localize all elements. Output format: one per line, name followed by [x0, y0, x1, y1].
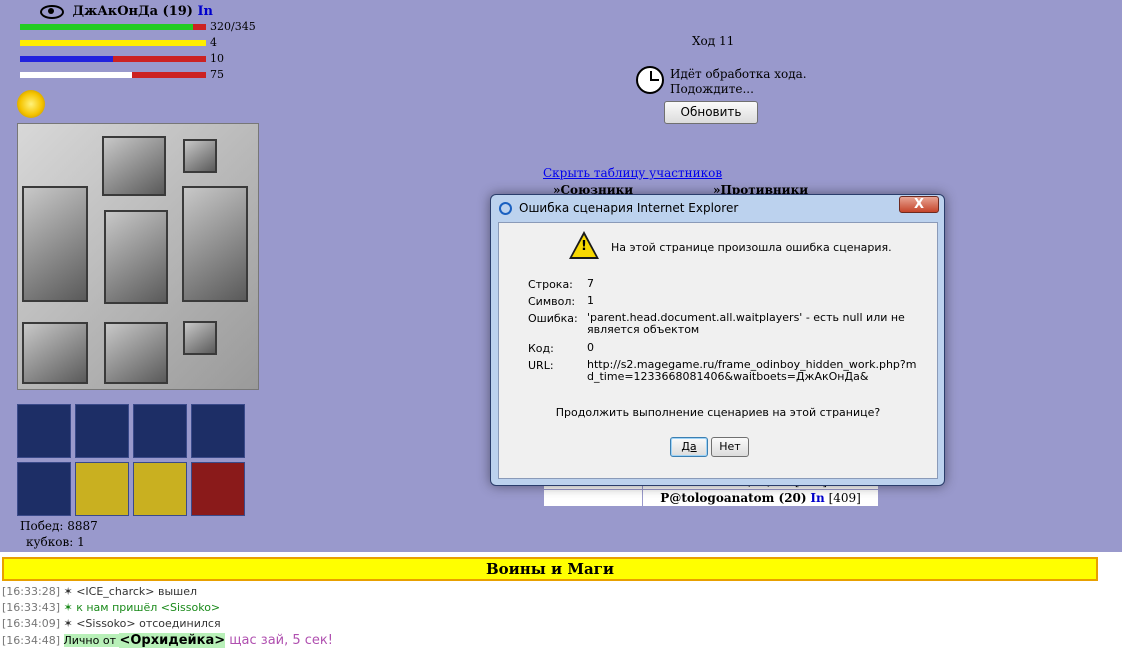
char-label: Символ:	[528, 295, 576, 308]
inventory-axe-icon[interactable]	[191, 404, 245, 458]
url-value: http://s2.magegame.ru/frame_odinboy_hidd…	[587, 358, 917, 383]
boots-slot[interactable]	[104, 322, 168, 384]
stat-value: 4	[210, 36, 217, 49]
system-star-icon: ✶	[63, 585, 73, 598]
message-text: к нам пришёл	[72, 601, 161, 614]
stat-value: 10	[210, 52, 224, 65]
enemy-name[interactable]: P@tologoanatom (20)	[660, 491, 806, 505]
stat-value: 320/345	[210, 20, 256, 33]
shield-slot[interactable]	[182, 186, 248, 302]
eye-icon[interactable]	[40, 4, 64, 19]
message-nick[interactable]: <ICE_charck>	[76, 585, 154, 598]
inventory-green-boots-icon[interactable]	[17, 404, 71, 458]
inventory-green-armor-icon[interactable]	[75, 404, 129, 458]
error-value: 'parent.head.document.all.waitplayers' -…	[587, 311, 905, 336]
enemy-status: In	[810, 491, 825, 505]
inventory-halo-icon[interactable]	[133, 462, 187, 516]
continue-question: Продолжить выполнение сценариев на этой …	[555, 406, 881, 419]
ally-cell	[542, 489, 644, 507]
code-label: Код:	[528, 342, 554, 355]
chat-message: [16:33:43] ✶ к нам пришёл <Sissoko>	[2, 601, 220, 614]
no-button[interactable]: Нет	[711, 437, 749, 457]
inventory-chalice-icon[interactable]	[75, 462, 129, 516]
stat-bar-fill	[20, 72, 132, 78]
script-error-dialog: Ошибка сценария Internet Explorer X ! На…	[490, 194, 945, 486]
turn-number: Ход 11	[692, 34, 735, 48]
error-message: На этой странице произошла ошибка сценар…	[611, 241, 892, 254]
player-name[interactable]: ДжАкОнДа (19) In	[40, 4, 213, 19]
yes-button[interactable]: Да	[670, 437, 708, 457]
inventory-target-icon[interactable]	[17, 462, 71, 516]
stat-bar	[20, 40, 206, 46]
processing-line-1: Идёт обработка хода.	[670, 67, 807, 81]
stat-bar	[20, 72, 206, 78]
char-value: 1	[587, 294, 594, 307]
internet-explorer-icon	[499, 202, 512, 215]
error-label: Ошибка:	[528, 312, 578, 325]
private-tag: Лично от	[63, 634, 120, 647]
stat-bar-fill	[20, 40, 206, 46]
message-time[interactable]: [16:33:28]	[2, 585, 60, 598]
message-nick[interactable]: <Sissoko>	[76, 617, 135, 630]
processing-line-2: Подождите...	[670, 82, 754, 96]
message-time[interactable]: [16:34:48]	[2, 634, 60, 647]
player-name-text: ДжАкОнДа (19)	[72, 4, 193, 19]
armor-slot[interactable]	[104, 210, 168, 304]
stat-bar-fill	[20, 24, 193, 30]
chat-message: [16:34:09] ✶ <Sissoko> отсоединился	[2, 617, 221, 630]
chat-message: [16:33:28] ✶ <ICE_charck> вышел	[2, 585, 197, 598]
system-star-icon: ✶	[63, 601, 73, 614]
refresh-button[interactable]: Обновить	[664, 101, 758, 124]
system-star-icon: ✶	[63, 617, 73, 630]
stat-bar	[20, 56, 206, 62]
stat-value: 75	[210, 68, 224, 81]
message-time[interactable]: [16:34:09]	[2, 617, 60, 630]
dialog-title: Ошибка сценария Internet Explorer	[519, 201, 739, 215]
chat-message: [16:34:48] Лично от <Орхидейка> щас зай,…	[2, 633, 333, 648]
close-button[interactable]: X	[899, 196, 939, 213]
message-nick[interactable]: <Орхидейка>	[119, 633, 226, 648]
equipment-panel	[17, 123, 259, 390]
message-nick[interactable]: <Sissoko>	[161, 601, 220, 614]
hide-participants-link[interactable]: Скрыть таблицу участников	[543, 166, 722, 180]
gloves-slot[interactable]	[22, 322, 88, 384]
inventory-cyan-helmet-icon[interactable]	[133, 404, 187, 458]
weapon-slot-pickaxe[interactable]	[22, 186, 88, 302]
message-time[interactable]: [16:33:43]	[2, 601, 60, 614]
amulet-slot[interactable]	[183, 139, 217, 173]
processing-message: Идёт обработка хода. Подождите...	[670, 67, 807, 97]
helmet-slot[interactable]	[102, 136, 166, 196]
gold-coin-icon[interactable]	[17, 90, 45, 118]
line-label: Строка:	[528, 278, 573, 291]
inventory-red-spell-icon[interactable]	[191, 462, 245, 516]
clock-icon	[636, 66, 664, 94]
enemy-cell: P@tologoanatom (20) In [409]	[642, 489, 879, 507]
ring-slot[interactable]	[183, 321, 217, 355]
stat-bar	[20, 24, 206, 30]
code-value: 0	[587, 341, 594, 354]
table-row: P@tologoanatom (20) In [409]	[542, 489, 879, 507]
message-text: отсоединился	[135, 617, 221, 630]
message-text: щас зай, 5 сек!	[225, 633, 333, 648]
chat-title: Воины и Маги	[2, 557, 1098, 581]
line-value: 7	[587, 277, 594, 290]
wins-count: Побед: 8887	[20, 519, 98, 533]
message-text: вышел	[154, 585, 198, 598]
url-label: URL:	[528, 359, 554, 372]
player-online-status: In	[197, 4, 214, 19]
warning-icon-mark: !	[581, 239, 587, 254]
cups-count: кубков: 1	[26, 535, 85, 549]
dialog-body: ! На этой странице произошла ошибка сцен…	[498, 222, 938, 479]
enemy-id: [409]	[828, 491, 861, 505]
stat-bar-fill	[20, 56, 113, 62]
